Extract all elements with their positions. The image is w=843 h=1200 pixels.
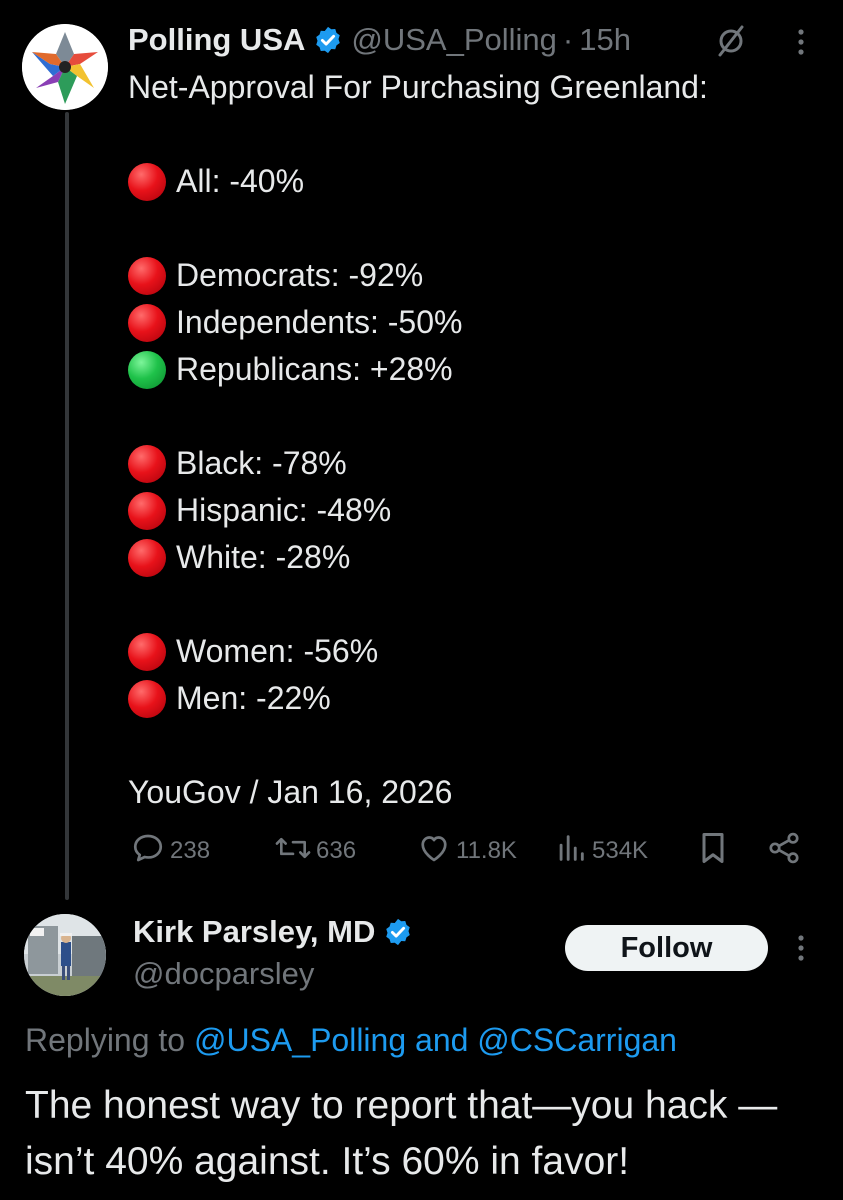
reply-count: 238 — [170, 837, 211, 864]
more-icon[interactable] — [786, 22, 816, 62]
red-circle-icon — [128, 162, 166, 201]
views-icon — [554, 830, 592, 873]
share-button[interactable] — [766, 828, 806, 874]
repost-count: 636 — [316, 837, 357, 864]
views-count: 534K — [592, 837, 649, 864]
result-line: White: -28% — [128, 534, 708, 581]
separator-dot: · — [562, 22, 574, 57]
views-button[interactable]: 534K — [554, 828, 648, 874]
tweet-body: Net-Approval For Purchasing Greenland: A… — [128, 64, 708, 816]
result-line: All: -40% — [128, 158, 708, 205]
result-line: Democrats: -92% — [128, 252, 708, 299]
repost-button[interactable]: 636 — [274, 828, 356, 874]
result-line: Black: -78% — [128, 440, 708, 487]
red-circle-icon — [128, 256, 166, 295]
author-handle[interactable]: @USA_Polling — [351, 22, 557, 58]
result-line: Republicans: +28% — [128, 346, 708, 393]
result-line: Hispanic: -48% — [128, 487, 708, 534]
timestamp[interactable]: 15h — [579, 22, 631, 58]
kirk-parsley-avatar[interactable] — [24, 914, 106, 996]
polling-usa-avatar[interactable] — [22, 24, 108, 110]
red-circle-icon — [128, 632, 166, 671]
source-line: YouGov / Jan 16, 2026 — [128, 774, 453, 810]
result-line: Men: -22% — [128, 675, 708, 722]
reply-button[interactable]: 238 — [130, 828, 210, 874]
verified-badge-icon — [383, 917, 413, 947]
red-circle-icon — [128, 538, 166, 577]
tweet-title-line: Net-Approval For Purchasing Greenland: — [128, 69, 708, 105]
tweet-header: Polling USA @USA_Polling · 15h — [128, 18, 631, 62]
replying-prefix: Replying to — [25, 1022, 186, 1058]
like-icon — [416, 830, 456, 873]
share-icon — [766, 830, 806, 873]
result-line: Women: -56% — [128, 628, 708, 675]
grok-icon[interactable] — [716, 24, 746, 58]
reply-icon — [130, 830, 170, 873]
like-button[interactable]: 11.8K — [416, 828, 517, 874]
author-name[interactable]: Polling USA — [128, 22, 305, 58]
more-icon[interactable] — [786, 928, 816, 968]
red-circle-icon — [128, 491, 166, 530]
replying-to-line: Replying to @USA_Polling and @CSCarrigan — [25, 1016, 677, 1064]
reply-author-handle[interactable]: @docparsley — [133, 952, 314, 996]
reply-author-name-row: Kirk Parsley, MD — [133, 910, 421, 954]
bookmark-icon — [698, 830, 732, 873]
bookmark-button[interactable] — [698, 828, 732, 874]
red-circle-icon — [128, 303, 166, 342]
result-line: Independents: -50% — [128, 299, 708, 346]
red-circle-icon — [128, 444, 166, 483]
thread-connector-line — [65, 112, 69, 900]
reply-text: The honest way to report that—you hack —… — [25, 1084, 778, 1183]
follow-button[interactable]: Follow — [565, 925, 768, 971]
tweet-actions: 238 636 11.8K 534K — [128, 828, 808, 874]
green-circle-icon — [128, 350, 166, 389]
verified-badge-icon — [313, 25, 343, 55]
reply-author-name[interactable]: Kirk Parsley, MD — [133, 914, 375, 950]
replying-mentions[interactable]: @USA_Polling and @CSCarrigan — [194, 1022, 677, 1058]
like-count: 11.8K — [456, 837, 517, 864]
red-circle-icon — [128, 679, 166, 718]
repost-icon — [274, 830, 316, 873]
